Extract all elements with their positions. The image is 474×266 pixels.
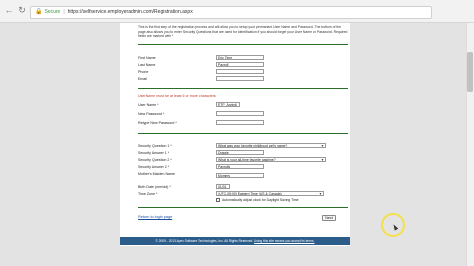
new-password-field[interactable] — [216, 111, 264, 116]
section-divider — [138, 88, 348, 89]
section-divider — [138, 207, 348, 208]
username-field[interactable]: ETP_Arvindi — [216, 102, 240, 107]
maiden-name-label: Mother's Maiden Name — [138, 172, 176, 176]
last-name-field[interactable]: Payroll — [216, 62, 264, 67]
security-question-2-select[interactable]: What is your all-time favorite pastime? ▼ — [216, 157, 326, 162]
security-question-1-select[interactable]: What was your favorite childhood pet's n… — [216, 143, 326, 148]
section-divider — [138, 44, 348, 45]
retype-password-field[interactable] — [216, 120, 264, 125]
security-question-2-label: Security Question 2 * — [138, 158, 172, 162]
intro-text: This is the first step of the registrati… — [138, 25, 348, 39]
dropdown-arrow-icon: ▼ — [318, 192, 322, 196]
birth-date-field[interactable]: 01/01 — [216, 184, 230, 189]
dst-checkbox[interactable] — [216, 198, 220, 202]
first-name-field[interactable]: Eric Time — [216, 55, 264, 60]
username-warning: UserName must be at least 6 or more char… — [138, 94, 216, 98]
security-answer-2-field[interactable]: Payrolls — [216, 164, 264, 169]
reload-icon[interactable]: ↻ — [16, 4, 28, 16]
security-answer-1-label: Security Answer 1 * — [138, 151, 170, 155]
last-name-label: Last Name — [138, 63, 156, 67]
birth-date-label: Birth Date (mm/dd) * — [138, 185, 171, 189]
security-question-2-value: What is your all-time favorite pastime? — [218, 158, 276, 162]
email-label: Email — [138, 77, 147, 81]
new-password-label: New Password * — [138, 112, 165, 116]
time-zone-value: (UTC-05:00) Eastern Time (US & Canada) — [218, 192, 282, 196]
secure-label: Secure — [44, 9, 61, 15]
phone-label: Phone — [138, 70, 149, 74]
first-name-label: First Name — [138, 56, 156, 60]
dropdown-arrow-icon: ▼ — [320, 158, 324, 162]
browser-toolbar: ← ↻ 🔒 Secure | https://selfservice.employer… — [0, 0, 474, 23]
address-separator: | — [63, 9, 65, 15]
footer-copyright: © 2009 - 2013 Apex Software Technologies… — [155, 239, 254, 243]
phone-field[interactable] — [216, 69, 264, 74]
address-bar[interactable]: 🔒 Secure | https://selfservice.employeradmi… — [30, 6, 432, 19]
url-text: https://selfservice.employeradmin.com/Re… — [67, 9, 193, 15]
dropdown-arrow-icon: ▼ — [320, 144, 324, 148]
dst-label: Automatically adjust clock for Daylight … — [222, 198, 299, 202]
username-label: User Name * — [138, 103, 159, 107]
next-button[interactable]: Next — [322, 215, 336, 221]
lock-icon: 🔒 — [35, 9, 43, 15]
time-zone-label: Time Zone * — [138, 192, 158, 196]
back-icon[interactable]: ← — [3, 4, 15, 16]
security-answer-2-label: Security Answer 2 * — [138, 165, 170, 169]
return-to-login-link[interactable]: Return to login page — [138, 215, 172, 219]
retype-password-label: Retype New Password * — [138, 121, 177, 125]
security-question-1-value: What was your favorite childhood pet's n… — [218, 144, 288, 148]
page-footer: © 2009 - 2013 Apex Software Technologies… — [120, 237, 350, 245]
time-zone-select[interactable]: (UTC-05:00) Eastern Time (US & Canada) ▼ — [216, 191, 324, 196]
maiden-name-field[interactable]: Mommy — [216, 173, 264, 178]
terms-link[interactable]: Using this site means you accept its ter… — [254, 239, 314, 243]
scrollbar-thumb[interactable] — [467, 52, 473, 92]
section-divider — [138, 133, 348, 134]
email-field[interactable] — [216, 76, 264, 81]
security-question-1-label: Security Question 1 * — [138, 144, 172, 148]
security-answer-1-field[interactable]: Doggie — [216, 150, 264, 155]
